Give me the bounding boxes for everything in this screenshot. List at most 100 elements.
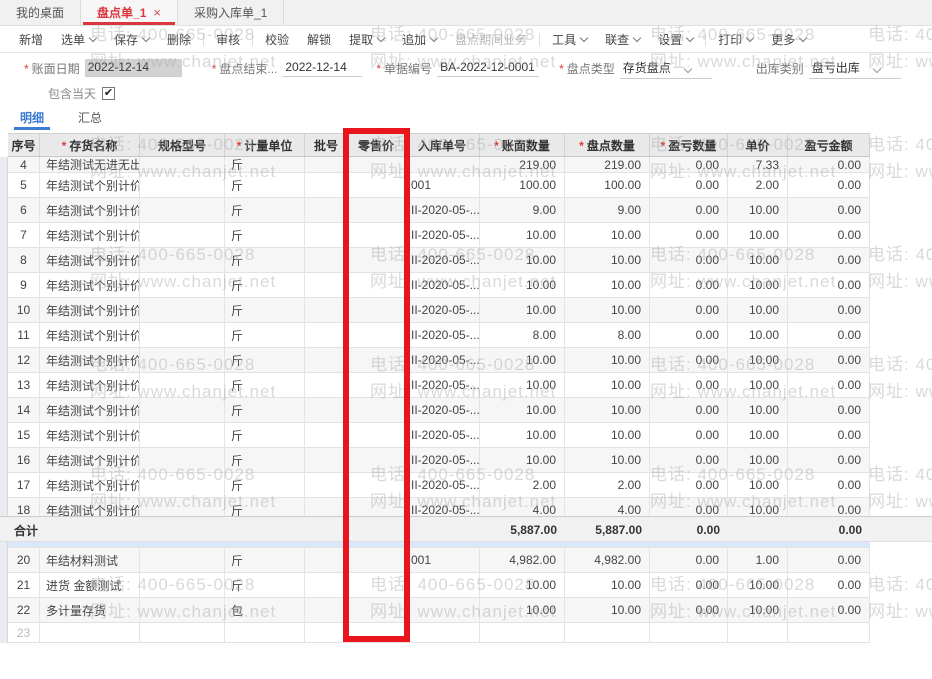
cell-batch[interactable] xyxy=(305,223,348,247)
cell-count[interactable]: 10.00 xyxy=(565,348,650,372)
cell-unit[interactable]: 斤 xyxy=(225,248,305,272)
include-today-checkbox[interactable]: ✔ xyxy=(102,87,115,100)
cell-spec[interactable] xyxy=(140,273,225,297)
cell-price[interactable]: 10.00 xyxy=(728,573,788,597)
field-value-input[interactable]: 2022-12-14 xyxy=(85,59,182,77)
cell-num[interactable]: 6 xyxy=(8,198,40,222)
cell-book[interactable]: 10.00 xyxy=(480,223,565,247)
cell-diff[interactable]: 0.00 xyxy=(650,198,728,222)
cell-name[interactable]: 年结测试个别计价 xyxy=(40,198,140,222)
cell-book[interactable]: 10.00 xyxy=(480,298,565,322)
cell-spec[interactable] xyxy=(140,173,225,197)
cell-amount[interactable]: 0.00 xyxy=(788,573,870,597)
cell-spec[interactable] xyxy=(140,298,225,322)
cell-num[interactable]: 17 xyxy=(8,473,40,497)
cell-diff[interactable]: 0.00 xyxy=(650,398,728,422)
cell-unit[interactable]: 斤 xyxy=(225,198,305,222)
cell-retail[interactable] xyxy=(348,273,405,297)
cell-count[interactable]: 4,982.00 xyxy=(565,548,650,572)
toolbar-button-追加[interactable]: 追加 xyxy=(393,31,446,48)
cell-retail[interactable] xyxy=(348,198,405,222)
field-value-input[interactable]: 存货盘点 xyxy=(620,58,712,79)
toolbar-button-校验[interactable]: 校验 xyxy=(256,31,298,48)
table-row-7[interactable]: 7年结测试个别计价斤II-2020-05-...10.0010.000.0010… xyxy=(8,223,870,248)
cell-count[interactable]: 100.00 xyxy=(565,173,650,197)
cell-book[interactable]: 10.00 xyxy=(480,448,565,472)
cell-inbound[interactable]: II-2020-05-... xyxy=(405,198,480,222)
cell-inbound[interactable]: II-2020-05-... xyxy=(405,348,480,372)
cell-num[interactable]: 7 xyxy=(8,223,40,247)
cell-batch[interactable] xyxy=(305,157,348,172)
cell-amount[interactable]: 0.00 xyxy=(788,348,870,372)
cell-price[interactable]: 2.00 xyxy=(728,173,788,197)
table-row-11[interactable]: 11年结测试个别计价斤II-2020-05-...8.008.000.0010.… xyxy=(8,323,870,348)
cell-amount[interactable] xyxy=(788,623,870,642)
cell-diff[interactable]: 0.00 xyxy=(650,373,728,397)
cell-inbound[interactable]: II-2020-05-... xyxy=(405,323,480,347)
cell-price[interactable]: 10.00 xyxy=(728,223,788,247)
cell-batch[interactable] xyxy=(305,198,348,222)
cell-unit[interactable]: 斤 xyxy=(225,448,305,472)
cell-book[interactable]: 10.00 xyxy=(480,348,565,372)
cell-inbound[interactable]: II-2020-05-... xyxy=(405,223,480,247)
cell-book[interactable]: 10.00 xyxy=(480,423,565,447)
cell-batch[interactable] xyxy=(305,598,348,622)
cell-name[interactable]: 年结测试个别计价 xyxy=(40,348,140,372)
cell-unit[interactable] xyxy=(225,623,305,642)
cell-retail[interactable] xyxy=(348,173,405,197)
cell-count[interactable] xyxy=(565,623,650,642)
cell-amount[interactable]: 0.00 xyxy=(788,373,870,397)
table-row-13[interactable]: 13年结测试个别计价斤II-2020-05-...10.0010.000.001… xyxy=(8,373,870,398)
cell-name[interactable]: 进货 金额测试 xyxy=(40,573,140,597)
cell-diff[interactable]: 0.00 xyxy=(650,473,728,497)
window-tab-1[interactable]: 我的桌面 xyxy=(0,0,81,25)
cell-unit[interactable]: 斤 xyxy=(225,348,305,372)
cell-spec[interactable] xyxy=(140,473,225,497)
cell-diff[interactable]: 0.00 xyxy=(650,298,728,322)
cell-num[interactable]: 10 xyxy=(8,298,40,322)
cell-amount[interactable]: 0.00 xyxy=(788,173,870,197)
cell-num[interactable]: 5 xyxy=(8,173,40,197)
cell-diff[interactable]: 0.00 xyxy=(650,248,728,272)
cell-retail[interactable] xyxy=(348,223,405,247)
table-row-15[interactable]: 15年结测试个别计价斤II-2020-05-...10.0010.000.001… xyxy=(8,423,870,448)
cell-name[interactable] xyxy=(40,623,140,642)
cell-unit[interactable]: 斤 xyxy=(225,223,305,247)
cell-inbound[interactable]: II-2020-05-... xyxy=(405,298,480,322)
cell-diff[interactable]: 0.00 xyxy=(650,323,728,347)
cell-book[interactable]: 10.00 xyxy=(480,598,565,622)
cell-book[interactable]: 219.00 xyxy=(480,157,565,172)
cell-num[interactable]: 12 xyxy=(8,348,40,372)
cell-spec[interactable] xyxy=(140,448,225,472)
cell-spec[interactable] xyxy=(140,198,225,222)
cell-count[interactable]: 8.00 xyxy=(565,323,650,347)
cell-unit[interactable]: 斤 xyxy=(225,273,305,297)
cell-spec[interactable] xyxy=(140,348,225,372)
cell-diff[interactable]: 0.00 xyxy=(650,448,728,472)
cell-retail[interactable] xyxy=(348,598,405,622)
cell-book[interactable] xyxy=(480,623,565,642)
cell-retail[interactable] xyxy=(348,573,405,597)
cell-spec[interactable] xyxy=(140,323,225,347)
cell-price[interactable]: 7.33 xyxy=(728,157,788,172)
cell-name[interactable]: 年结测试个别计价 xyxy=(40,373,140,397)
cell-price[interactable] xyxy=(728,623,788,642)
cell-num[interactable]: 21 xyxy=(8,573,40,597)
table-row-14[interactable]: 14年结测试个别计价斤II-2020-05-...10.0010.000.001… xyxy=(8,398,870,423)
cell-name[interactable]: 年结测试个别计价 xyxy=(40,448,140,472)
toolbar-button-工具[interactable]: 工具 xyxy=(543,31,596,48)
cell-book[interactable]: 8.00 xyxy=(480,323,565,347)
cell-count[interactable]: 10.00 xyxy=(565,248,650,272)
cell-name[interactable]: 年结测试个别计价 xyxy=(40,273,140,297)
cell-diff[interactable]: 0.00 xyxy=(650,548,728,572)
cell-batch[interactable] xyxy=(305,473,348,497)
cell-num[interactable]: 13 xyxy=(8,373,40,397)
cell-diff[interactable]: 0.00 xyxy=(650,223,728,247)
cell-book[interactable]: 100.00 xyxy=(480,173,565,197)
cell-diff[interactable]: 0.00 xyxy=(650,598,728,622)
cell-spec[interactable] xyxy=(140,623,225,642)
cell-inbound[interactable]: II-2020-05-... xyxy=(405,248,480,272)
cell-count[interactable]: 10.00 xyxy=(565,223,650,247)
cell-batch[interactable] xyxy=(305,548,348,572)
cell-name[interactable]: 多计量存货 xyxy=(40,598,140,622)
